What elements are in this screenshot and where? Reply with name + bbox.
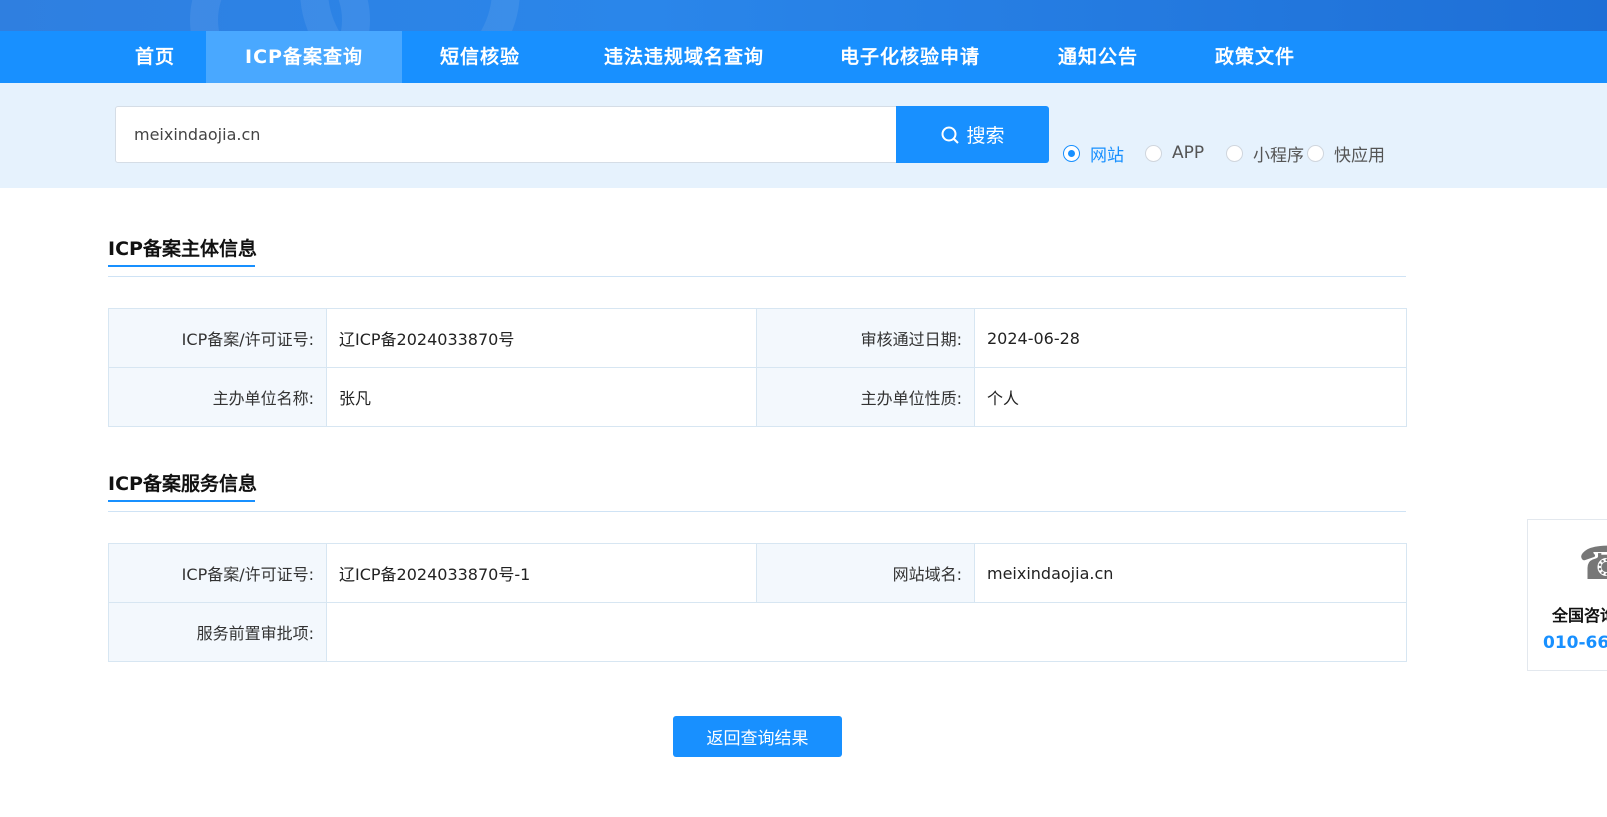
radio-label: 快应用: [1334, 145, 1385, 166]
table-row: ICP备案/许可证号: 辽ICP备2024033870号-1 网站域名: mei…: [108, 543, 1407, 603]
service-license-label: ICP备案/许可证号:: [108, 543, 327, 603]
pre-approval-label: 服务前置审批项:: [108, 602, 327, 662]
consult-card[interactable]: ☎ 全国咨询 010-664: [1527, 519, 1607, 671]
license-number-value: 辽ICP备2024033870号: [326, 308, 757, 368]
nav-item-home[interactable]: 首页: [120, 31, 190, 83]
pre-approval-value: [326, 602, 1407, 662]
service-info-table: ICP备案/许可证号: 辽ICP备2024033870号-1 网站域名: mei…: [108, 543, 1407, 662]
organizer-name-value: 张凡: [326, 367, 757, 427]
table-row: 服务前置审批项:: [108, 602, 1407, 662]
nav-item-policies[interactable]: 政策文件: [1203, 31, 1307, 83]
organizer-name-label: 主办单位名称:: [108, 367, 327, 427]
entity-section-title: ICP备案主体信息: [108, 238, 257, 260]
radio-label: 网站: [1090, 145, 1124, 166]
license-number-label: ICP备案/许可证号:: [108, 308, 327, 368]
radio-mini-program[interactable]: 小程序: [1226, 143, 1304, 166]
nav-item-sms-verify[interactable]: 短信核验: [430, 31, 530, 83]
nav-item-illegal-domain[interactable]: 违法违规域名查询: [588, 31, 780, 83]
main-nav: 首页 ICP备案查询 短信核验 违法违规域名查询 电子化核验申请 通知公告 政策…: [0, 31, 1607, 83]
radio-dot: [1226, 144, 1243, 162]
banner-decoration: [300, 0, 520, 31]
domain-label: 网站域名:: [756, 543, 975, 603]
domain-value: meixindaojia.cn: [974, 543, 1407, 603]
search-button[interactable]: 搜索: [896, 106, 1049, 163]
organizer-type-value: 个人: [974, 367, 1407, 427]
section-underline: [108, 265, 255, 267]
approval-date-value: 2024-06-28: [974, 308, 1407, 368]
nav-item-e-verify[interactable]: 电子化核验申请: [830, 31, 990, 83]
service-section-title: ICP备案服务信息: [108, 473, 257, 495]
section-underline: [108, 500, 255, 502]
radio-label: APP: [1172, 143, 1205, 163]
search-button-label: 搜索: [966, 125, 1005, 147]
nav-item-notices[interactable]: 通知公告: [1048, 31, 1148, 83]
table-row: ICP备案/许可证号: 辽ICP备2024033870号 审核通过日期: 202…: [108, 308, 1407, 368]
section-divider: [108, 511, 1406, 512]
search-area: 搜索 网站 APP 小程序 快应用: [0, 83, 1607, 188]
organizer-type-label: 主办单位性质:: [756, 367, 975, 427]
section-divider: [108, 276, 1406, 277]
search-icon: [941, 126, 960, 144]
radio-dot: [1307, 144, 1324, 162]
radio-dot: [1063, 144, 1080, 162]
top-banner: [0, 0, 1607, 31]
entity-info-table: ICP备案/许可证号: 辽ICP备2024033870号 审核通过日期: 202…: [108, 308, 1407, 427]
nav-item-icp-query[interactable]: ICP备案查询: [206, 31, 402, 83]
radio-dot: [1145, 144, 1162, 162]
consult-phone: 010-664: [1543, 633, 1607, 653]
approval-date-label: 审核通过日期:: [756, 308, 975, 368]
radio-website[interactable]: 网站: [1063, 143, 1124, 166]
radio-app[interactable]: APP: [1145, 143, 1204, 163]
phone-icon: ☎: [1578, 540, 1607, 586]
radio-label: 小程序: [1253, 145, 1304, 166]
service-license-value: 辽ICP备2024033870号-1: [326, 543, 757, 603]
radio-quick-app[interactable]: 快应用: [1307, 143, 1385, 166]
search-input[interactable]: [115, 106, 897, 163]
back-to-results-button[interactable]: 返回查询结果: [673, 716, 842, 757]
consult-label: 全国咨询: [1552, 606, 1607, 625]
table-row: 主办单位名称: 张凡 主办单位性质: 个人: [108, 367, 1407, 427]
